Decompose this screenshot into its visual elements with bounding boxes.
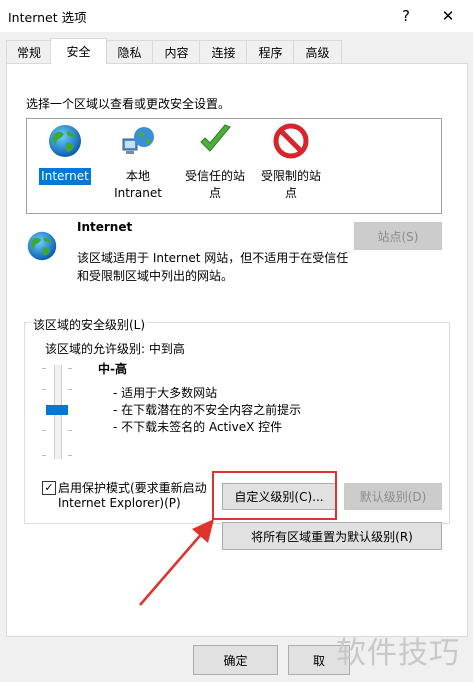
zone-description: 和受限制区域中列出的网站。 [77, 269, 234, 283]
slider-tick [68, 368, 72, 369]
slider-tick [68, 389, 72, 390]
zone-label: 受信任的站 [184, 169, 245, 183]
tab-security[interactable]: 安全 [50, 38, 107, 64]
zone-prompt: 选择一个区域以查看或更改安全设置。 [26, 97, 231, 111]
zone-title: Internet [77, 220, 133, 234]
zone-intranet[interactable]: 本地 Intranet [107, 119, 169, 202]
restricted-icon [273, 123, 309, 159]
annotation-arrow-icon [139, 519, 214, 606]
zone-description: 该区域适用于 Internet 网站，但不适用于在受信任 [77, 251, 349, 265]
intranet-icon [122, 127, 154, 154]
tab-privacy[interactable]: 隐私 [105, 40, 154, 63]
allowed-levels: 该区域的允许级别: 中到高 [45, 342, 185, 356]
highlight-box [212, 471, 337, 520]
zone-label: 受限制的站 [260, 169, 321, 183]
level-bullet: - 在下载潜在的不安全内容之前提示 [113, 403, 302, 417]
slider-tick [68, 430, 72, 431]
slider-tick [42, 389, 46, 390]
protected-mode-checkbox[interactable]: ✓ [42, 481, 56, 495]
tab-general[interactable]: 常规 [6, 40, 52, 63]
slider-tick [68, 455, 72, 456]
ok-button[interactable]: 确定 [193, 645, 278, 675]
protected-mode-label: 启用保护模式(要求重新启动 [58, 481, 207, 495]
zone-label: Internet [39, 168, 91, 185]
tab-content[interactable]: 内容 [152, 40, 201, 63]
tab-advanced[interactable]: 高级 [293, 40, 342, 63]
watermark: 软件技巧 [336, 636, 460, 671]
level-name: 中-高 [98, 362, 127, 376]
slider-tick [42, 430, 46, 431]
slider-tick [42, 368, 46, 369]
zone-label: 点 [284, 186, 297, 200]
close-button[interactable]: ✕ [430, 3, 466, 29]
group-label: 该区域的安全级别(L) [31, 316, 148, 333]
zone-list: Internet 本地 Intranet 受信任的站 点 受限制的站 点 [26, 118, 442, 214]
sites-button[interactable]: 站点(S) [354, 222, 442, 250]
tab-connections[interactable]: 连接 [199, 40, 248, 63]
default-level-button[interactable]: 默认级别(D) [344, 483, 442, 510]
zone-trusted[interactable]: 受信任的站 点 [177, 119, 253, 202]
globe-icon [49, 125, 81, 157]
zone-restricted[interactable]: 受限制的站 点 [253, 119, 329, 202]
level-bullet: - 适用于大多数网站 [113, 386, 218, 400]
zone-label: Intranet [114, 186, 162, 200]
help-button[interactable]: ? [388, 3, 424, 29]
checkmark-icon [200, 124, 231, 152]
globe-icon [27, 231, 57, 261]
window-title: Internet 选项 [8, 10, 87, 25]
zone-label: 本地 [125, 169, 150, 183]
tab-programs[interactable]: 程序 [246, 40, 295, 63]
zone-label: 点 [208, 186, 221, 200]
slider-tick [42, 455, 46, 456]
check-icon: ✓ [44, 481, 54, 494]
security-slider-thumb[interactable] [46, 405, 68, 415]
level-bullet: - 不下载未签名的 ActiveX 控件 [113, 420, 283, 434]
zone-internet[interactable]: Internet [33, 119, 97, 185]
reset-all-zones-button[interactable]: 将所有区域重置为默认级别(R) [222, 522, 442, 550]
